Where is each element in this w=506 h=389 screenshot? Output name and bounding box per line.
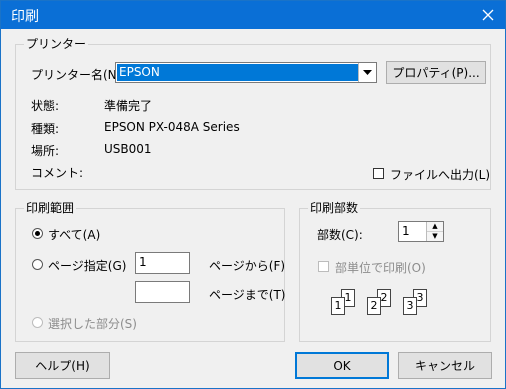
to-page-input[interactable] (135, 281, 190, 303)
type-value: EPSON PX-048A Series (104, 120, 240, 134)
range-all-label[interactable]: すべて(A) (48, 226, 100, 243)
copies-count-value: 1 (402, 224, 410, 238)
range-all-radio[interactable] (32, 228, 43, 239)
properties-button[interactable]: プロパティ(P)... (386, 61, 486, 84)
location-label: 場所: (31, 144, 60, 158)
copies-count-stepper[interactable]: 1 ▲ ▼ (398, 221, 444, 242)
copies-group-label: 印刷部数 (308, 201, 361, 215)
to-page-label: ページまで(T) (209, 288, 286, 302)
dropdown-arrow-icon[interactable] (358, 63, 376, 82)
collate-page-front-1: 1 (331, 297, 345, 315)
collate-checkbox[interactable] (318, 261, 329, 272)
type-label: 種類: (31, 122, 60, 136)
print-range-group-label: 印刷範囲 (24, 201, 77, 215)
window-title: 印刷 (11, 9, 39, 25)
range-pages-label[interactable]: ページ指定(G) (48, 257, 126, 274)
status-value: 準備完了 (104, 99, 153, 113)
printer-name-label: プリンター名(N): (31, 68, 126, 82)
print-dialog: 印刷 プリンター プリンター名(N): EPSON プロパティ(P)... 状態… (0, 0, 506, 389)
location-value: USB001 (104, 142, 152, 156)
comment-label: コメント: (31, 166, 84, 180)
range-selection-radio[interactable] (32, 317, 43, 328)
collate-preview-icon: 1 1 2 2 3 3 (331, 289, 431, 323)
close-button[interactable] (471, 1, 505, 29)
printer-group-label: プリンター (24, 37, 89, 51)
title-bar: 印刷 (1, 1, 505, 29)
from-page-label: ページから(F) (209, 259, 286, 273)
collate-page-front-3: 3 (403, 297, 417, 315)
ok-button[interactable]: OK (295, 352, 389, 379)
from-page-input[interactable]: 1 (135, 252, 190, 274)
stepper-down-icon[interactable]: ▼ (427, 231, 443, 241)
print-to-file-label[interactable]: ファイルへ出力(L) (390, 166, 490, 183)
print-to-file-checkbox[interactable] (373, 168, 384, 179)
stepper-up-icon[interactable]: ▲ (427, 222, 443, 232)
help-button[interactable]: ヘルプ(H) (15, 352, 110, 379)
cancel-button[interactable]: キャンセル (398, 352, 492, 379)
collate-page-front-2: 2 (367, 297, 381, 315)
close-icon (482, 9, 494, 21)
collate-label[interactable]: 部単位で印刷(O) (335, 259, 426, 276)
status-label: 状態: (31, 99, 60, 113)
range-selection-label[interactable]: 選択した部分(S) (48, 315, 137, 332)
range-pages-radio[interactable] (32, 259, 43, 270)
copies-count-label: 部数(C): (317, 228, 363, 242)
printer-name-select[interactable]: EPSON (115, 62, 377, 83)
printer-name-value: EPSON (117, 64, 358, 81)
